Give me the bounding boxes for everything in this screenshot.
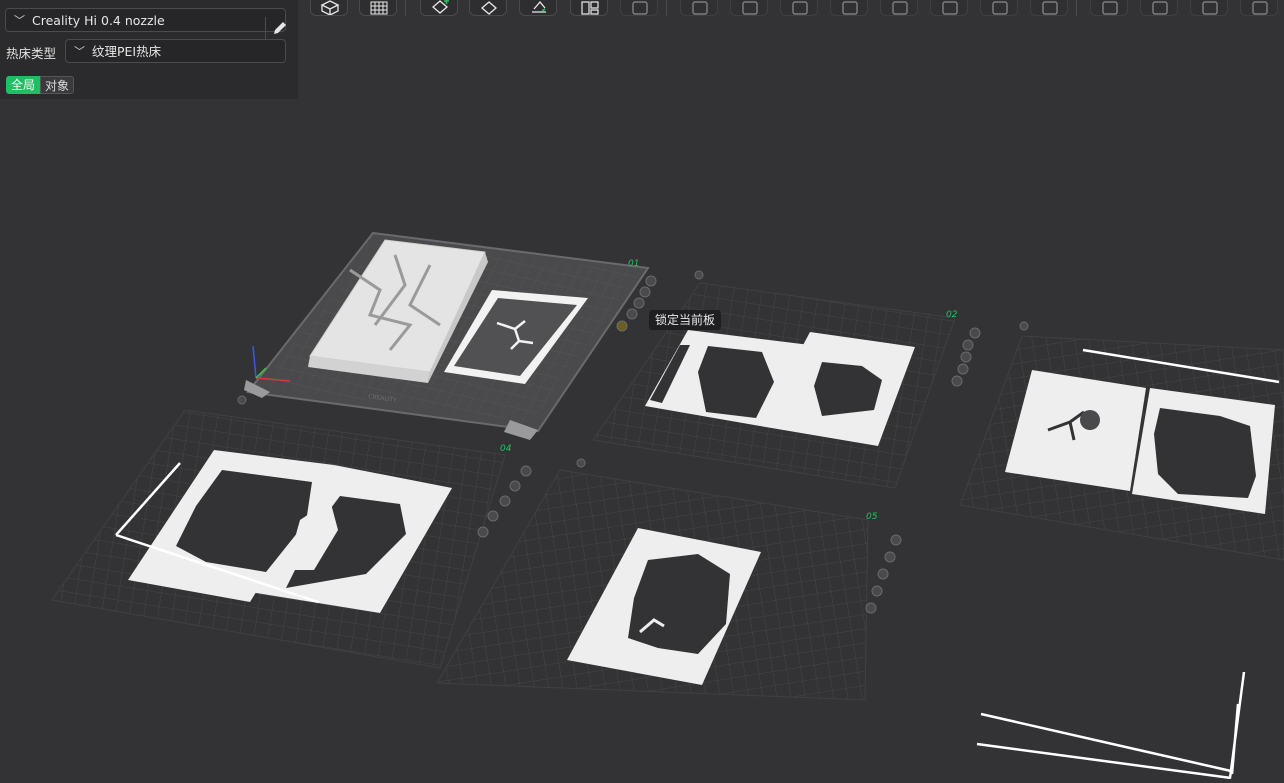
bed-type-label: 热床类型 [6,46,57,61]
plate-01-number: 01 [628,259,639,269]
seam-paint-icon [942,1,958,15]
axis-z [252,345,257,379]
plate-05-number: 05 [866,512,878,522]
lay-flat-icon [532,0,546,13]
chevron-down-icon: ﹀ [14,14,25,27]
3d-viewport[interactable]: 01 CREALITY 02 04 05 [0,0,1284,780]
assembly-icon [1252,1,1268,15]
tab-object[interactable]: 对象 [40,76,74,94]
view-cube-icon [320,0,340,15]
grid-plate-tool-button[interactable] [359,0,397,16]
lock-plate-tooltip: 锁定当前板 [649,310,722,330]
measure-tool-button[interactable] [1030,0,1068,16]
auto-arrange-icon [632,1,648,15]
add-object-icon [432,0,449,14]
split-objects-tool-button[interactable] [680,0,718,16]
auto-arrange-tool-button[interactable] [620,0,658,16]
grid-plate-icon [370,1,388,15]
bed-type-select[interactable]: ﹀ 纹理PEI热床 [65,39,286,63]
orient-icon [481,1,497,15]
variable-layer-tool-button[interactable] [1190,0,1228,16]
measure-icon [1042,1,1058,15]
plate-02[interactable]: 02 [592,282,958,489]
seam-paint-tool-button[interactable] [930,0,968,16]
toolbar-separator [1076,0,1077,16]
plate-02-tools[interactable] [951,327,981,387]
tab-global[interactable]: 全局 [6,76,40,94]
support-paint-tool-button[interactable] [880,0,918,16]
printer-name: Creality Hi 0.4 nozzle [32,13,165,28]
orient-tool-button[interactable] [469,0,507,16]
mesh-boolean-tool-button[interactable] [980,0,1018,16]
chevron-down-icon: ﹀ [74,45,85,58]
svg-emboss-icon [1152,1,1168,15]
plate-04-number: 04 [500,444,512,454]
plate-03[interactable] [959,335,1284,561]
split-parts-tool-button[interactable] [730,0,768,16]
plate-04[interactable]: 04 [51,409,512,669]
support-paint-icon [892,1,908,15]
plate-02-number: 02 [946,310,958,320]
cut-tool-button[interactable] [780,0,818,16]
variable-layer-icon [1202,1,1218,15]
selection-box-corner [976,671,1246,780]
svg-emboss-tool-button[interactable] [1140,0,1178,16]
toolbar-separator [405,0,406,16]
plate-01[interactable]: 01 CREALITY [244,231,650,440]
toolbar-separator [666,0,667,16]
lay-flat-tool-button[interactable] [519,0,557,16]
text-emboss-tool-button[interactable] [1090,0,1128,16]
layers-icon [842,1,858,15]
edit-printer-button[interactable] [265,17,291,41]
view-cube-tool-button[interactable] [310,0,348,16]
plate-05-tools[interactable] [865,534,902,614]
layers-tool-button[interactable] [830,0,868,16]
add-object-tool-button[interactable] [420,0,458,16]
mesh-boolean-icon [992,1,1008,15]
pencil-icon [274,22,286,34]
split-parts-icon [742,1,758,15]
config-panel: ﹀ Creality Hi 0.4 nozzle 热床类型 ﹀ 纹理PEI热床 … [0,0,298,99]
build-plate-scene: 01 CREALITY 02 04 05 [51,231,1284,780]
printer-select[interactable]: ﹀ Creality Hi 0.4 nozzle [5,8,286,41]
arrange-icon [581,1,599,15]
cut-icon [792,1,808,15]
text-emboss-icon [1102,1,1118,15]
split-objects-icon [692,1,708,15]
bed-type-value: 纹理PEI热床 [92,44,162,59]
arrange-tool-button[interactable] [570,0,608,16]
assembly-tool-button[interactable] [1240,0,1278,16]
